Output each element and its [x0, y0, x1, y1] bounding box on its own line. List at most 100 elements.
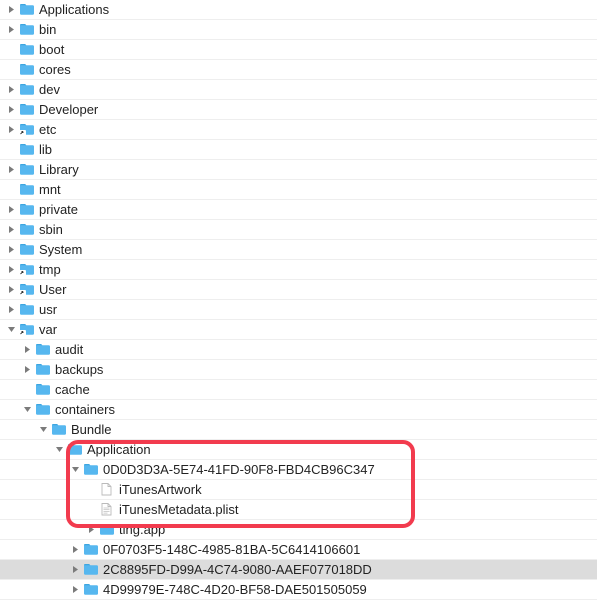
folder-icon — [35, 382, 51, 397]
tree-item-label: cores — [39, 60, 71, 80]
tree-row[interactable]: lib — [0, 140, 597, 160]
file-text-icon — [99, 502, 115, 517]
tree-row[interactable]: Applications — [0, 0, 597, 20]
tree-row[interactable]: ting.app — [0, 520, 597, 540]
chevron-right-icon[interactable] — [22, 344, 33, 355]
tree-item-label: private — [39, 200, 78, 220]
tree-row[interactable]: tmp — [0, 260, 597, 280]
chevron-down-icon[interactable] — [22, 404, 33, 415]
folder-icon — [19, 42, 35, 57]
folder-icon — [19, 302, 35, 317]
tree-row[interactable]: User — [0, 280, 597, 300]
chevron-right-icon[interactable] — [22, 364, 33, 375]
tree-row[interactable]: Library — [0, 160, 597, 180]
tree-item-label: ting.app — [119, 520, 165, 540]
tree-row[interactable]: private — [0, 200, 597, 220]
chevron-right-icon[interactable] — [6, 84, 17, 95]
tree-item-label: usr — [39, 300, 57, 320]
tree-row[interactable]: containers — [0, 400, 597, 420]
chevron-right-icon[interactable] — [6, 24, 17, 35]
tree-item-label: 0D0D3D3A-5E74-41FD-90F8-FBD4CB96C347 — [103, 460, 375, 480]
tree-item-label: bin — [39, 20, 56, 40]
chevron-down-icon[interactable] — [6, 324, 17, 335]
tree-row[interactable]: 4D99979E-748C-4D20-BF58-DAE501505059 — [0, 580, 597, 600]
folder-icon — [19, 222, 35, 237]
tree-row[interactable]: 0F0703F5-148C-4985-81BA-5C6414106601 — [0, 540, 597, 560]
tree-row[interactable]: System — [0, 240, 597, 260]
tree-row[interactable]: audit — [0, 340, 597, 360]
tree-row-selected[interactable]: 2C8895FD-D99A-4C74-9080-AAEF077018DD — [0, 560, 597, 580]
tree-item-label: Applications — [39, 0, 109, 20]
chevron-right-icon[interactable] — [6, 104, 17, 115]
chevron-down-icon[interactable] — [38, 424, 49, 435]
tree-item-label: 0F0703F5-148C-4985-81BA-5C6414106601 — [103, 540, 360, 560]
chevron-right-icon[interactable] — [6, 244, 17, 255]
chevron-right-icon[interactable] — [6, 224, 17, 235]
tree-item-label: sbin — [39, 220, 63, 240]
folder-icon — [19, 2, 35, 17]
tree-row[interactable]: Application — [0, 440, 597, 460]
file-icon — [99, 482, 115, 497]
tree-item-label: backups — [55, 360, 103, 380]
tree-item-label: lib — [39, 140, 52, 160]
folder-icon — [19, 142, 35, 157]
tree-item-label: boot — [39, 40, 64, 60]
folder-icon — [35, 342, 51, 357]
chevron-right-icon[interactable] — [86, 524, 97, 535]
folder-icon — [35, 362, 51, 377]
tree-row[interactable]: mnt — [0, 180, 597, 200]
folder-alias-icon — [19, 322, 35, 337]
folder-icon — [83, 582, 99, 597]
folder-icon — [19, 82, 35, 97]
tree-row[interactable]: var — [0, 320, 597, 340]
tree-item-label: Bundle — [71, 420, 111, 440]
tree-row[interactable]: backups — [0, 360, 597, 380]
folder-icon — [83, 462, 99, 477]
chevron-right-icon[interactable] — [70, 564, 81, 575]
tree-item-label: dev — [39, 80, 60, 100]
tree-row[interactable]: etc — [0, 120, 597, 140]
tree-row[interactable]: cores — [0, 60, 597, 80]
tree-item-label: Developer — [39, 100, 98, 120]
tree-item-label: audit — [55, 340, 83, 360]
tree-row[interactable]: cache — [0, 380, 597, 400]
chevron-right-icon[interactable] — [6, 164, 17, 175]
tree-item-label: User — [39, 280, 66, 300]
tree-row[interactable]: dev — [0, 80, 597, 100]
tree-row[interactable]: 0D0D3D3A-5E74-41FD-90F8-FBD4CB96C347 — [0, 460, 597, 480]
tree-item-label: Application — [87, 440, 151, 460]
chevron-right-icon[interactable] — [70, 584, 81, 595]
file-tree: Applications bin boot cores dev Develope… — [0, 0, 597, 600]
tree-row[interactable]: usr — [0, 300, 597, 320]
chevron-down-icon[interactable] — [70, 464, 81, 475]
folder-icon — [35, 402, 51, 417]
chevron-right-icon[interactable] — [6, 284, 17, 295]
tree-row[interactable]: bin — [0, 20, 597, 40]
chevron-right-icon[interactable] — [6, 124, 17, 135]
chevron-right-icon[interactable] — [6, 304, 17, 315]
chevron-down-icon[interactable] — [54, 444, 65, 455]
folder-icon — [83, 542, 99, 557]
chevron-right-icon[interactable] — [6, 264, 17, 275]
folder-icon — [67, 442, 83, 457]
folder-icon — [19, 162, 35, 177]
chevron-right-icon[interactable] — [6, 204, 17, 215]
tree-item-label: containers — [55, 400, 115, 420]
tree-row[interactable]: iTunesMetadata.plist — [0, 500, 597, 520]
folder-icon — [19, 102, 35, 117]
folder-alias-icon — [19, 262, 35, 277]
chevron-right-icon[interactable] — [70, 544, 81, 555]
tree-row[interactable]: Developer — [0, 100, 597, 120]
tree-item-label: iTunesArtwork — [119, 480, 202, 500]
tree-row[interactable]: boot — [0, 40, 597, 60]
tree-row[interactable]: iTunesArtwork — [0, 480, 597, 500]
tree-item-label: System — [39, 240, 82, 260]
tree-row[interactable]: Bundle — [0, 420, 597, 440]
folder-icon — [19, 182, 35, 197]
chevron-right-icon[interactable] — [6, 4, 17, 15]
tree-item-label: cache — [55, 380, 90, 400]
tree-item-label: etc — [39, 120, 56, 140]
folder-icon — [19, 242, 35, 257]
tree-row[interactable]: sbin — [0, 220, 597, 240]
folder-alias-icon — [19, 282, 35, 297]
